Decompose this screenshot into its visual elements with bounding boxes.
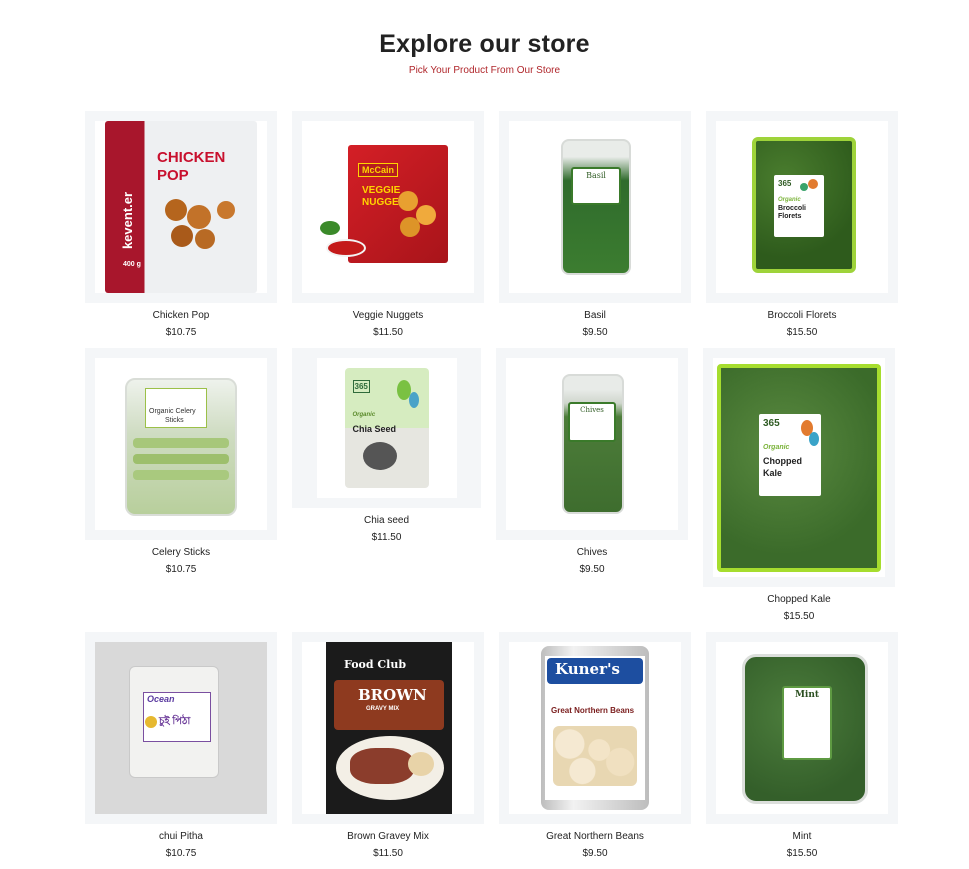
product-name[interactable]: Chicken Pop <box>85 310 277 321</box>
product-price: $9.50 <box>582 327 608 338</box>
product-card[interactable]: 365 Organic Chopped Kale Chopped Kale $1… <box>703 348 895 622</box>
product-image-frame[interactable]: Chives <box>496 348 688 540</box>
product-image-mint[interactable]: Mint <box>716 642 888 814</box>
pack-label: Great Northern Beans <box>551 706 635 715</box>
pack-label: Mint <box>794 690 820 700</box>
product-price: $15.50 <box>786 848 818 859</box>
pack-brand: Food Club <box>344 658 407 671</box>
product-image-frame[interactable]: Kuner's Great Northern Beans <box>499 632 691 824</box>
pack-label: Kale <box>763 468 783 478</box>
product-image-chia[interactable]: 365 Organic Chia Seed <box>316 358 457 498</box>
product-image-frame[interactable]: Basil <box>499 111 691 303</box>
pack-label: Organic <box>763 444 790 451</box>
pack-label: Organic <box>778 197 801 203</box>
product-grid: CHICKEN POP kevent.er 400 g Chicken Pop … <box>85 111 898 859</box>
product-image-chui-pitha[interactable]: Ocean চুই পিঠা <box>95 642 267 814</box>
product-price: $10.75 <box>165 327 197 338</box>
product-image-chives[interactable]: Chives <box>506 358 678 530</box>
product-price: $15.50 <box>786 327 818 338</box>
page-title: Explore our store <box>379 30 590 58</box>
product-image-frame[interactable]: 365 Organic Chia Seed <box>292 348 481 508</box>
product-price: $9.50 <box>582 848 608 859</box>
product-image-frame[interactable]: Organic Celery Sticks <box>85 348 277 540</box>
product-name[interactable]: Brown Gravey Mix <box>292 831 484 842</box>
product-image-frame[interactable]: Food Club BROWN GRAVY MIX <box>292 632 484 824</box>
pack-label: Chopped <box>763 456 802 466</box>
product-image-frame[interactable]: 365 Organic Chopped Kale <box>703 348 895 587</box>
product-image-frame[interactable]: 365 Organic Broccoli Florets <box>706 111 898 303</box>
pack-label: VEGGIE <box>362 185 401 196</box>
pack-label: Organic <box>352 412 376 418</box>
product-price: $10.75 <box>165 564 197 575</box>
product-image-broccoli[interactable]: 365 Organic Broccoli Florets <box>716 121 888 293</box>
pack-badge: Basil <box>571 167 621 205</box>
pack-label: চুই পিঠা <box>159 716 191 727</box>
pack-label: Basil <box>586 171 606 180</box>
product-row: CHICKEN POP kevent.er 400 g Chicken Pop … <box>85 111 898 338</box>
product-name[interactable]: Veggie Nuggets <box>292 310 484 321</box>
pack-label: Broccoli <box>778 205 807 212</box>
product-card[interactable]: Basil Basil $9.50 <box>499 111 691 338</box>
product-image-beans[interactable]: Kuner's Great Northern Beans <box>509 642 681 814</box>
product-price: $11.50 <box>371 532 402 543</box>
product-price: $15.50 <box>783 611 815 622</box>
product-name[interactable]: Basil <box>499 310 691 321</box>
pack-weight: 400 g <box>123 261 141 268</box>
product-image-gravy[interactable]: Food Club BROWN GRAVY MIX <box>302 642 474 814</box>
product-image-veggie-nuggets[interactable]: McCain VEGGIE NUGGETS <box>302 121 474 293</box>
product-row: Ocean চুই পিঠা chui Pitha $10.75 Food Cl… <box>85 632 898 859</box>
product-image-basil[interactable]: Basil <box>509 121 681 293</box>
pack-brand: 365 <box>763 418 780 429</box>
pack-label: BROWN <box>358 686 427 704</box>
store-header: Explore our store Pick Your Product From… <box>0 30 969 76</box>
product-row: Organic Celery Sticks Celery Sticks $10.… <box>85 348 895 622</box>
product-card[interactable]: Ocean চুই পিঠা chui Pitha $10.75 <box>85 632 277 859</box>
product-image-frame[interactable]: Ocean চুই পিঠা <box>85 632 277 824</box>
product-name[interactable]: Broccoli Florets <box>706 310 898 321</box>
pack-brand: Kuner's <box>555 660 621 678</box>
product-card[interactable]: Mint Mint $15.50 <box>706 632 898 859</box>
pack-label: GRAVY MIX <box>366 706 400 712</box>
product-image-frame[interactable]: Mint <box>706 632 898 824</box>
product-card[interactable]: 365 Organic Chia Seed Chia seed $11.50 <box>292 348 481 543</box>
pack-label: Chia Seed <box>352 424 397 434</box>
product-card[interactable]: Kuner's Great Northern Beans Great North… <box>499 632 691 859</box>
product-name[interactable]: Chia seed <box>292 515 481 526</box>
product-name[interactable]: Mint <box>706 831 898 842</box>
pack-brand: Ocean <box>147 694 175 704</box>
product-card[interactable]: McCain VEGGIE NUGGETS Veggie Nuggets $11… <box>292 111 484 338</box>
product-card[interactable]: Chives Chives $9.50 <box>496 348 688 575</box>
pack-brand: 365 <box>352 380 370 393</box>
pack-badge: Mint <box>782 686 832 760</box>
product-image-kale[interactable]: 365 Organic Chopped Kale <box>713 358 885 577</box>
pack-label: Organic Celery <box>149 408 196 415</box>
product-price: $9.50 <box>579 564 605 575</box>
product-price: $11.50 <box>373 848 403 859</box>
pack-badge: Chives <box>568 402 616 442</box>
product-card[interactable]: Food Club BROWN GRAVY MIX Brown Gravey M… <box>292 632 484 859</box>
product-image-chicken-pop[interactable]: CHICKEN POP kevent.er 400 g <box>95 121 267 293</box>
product-card[interactable]: CHICKEN POP kevent.er 400 g Chicken Pop … <box>85 111 277 338</box>
page-subtitle: Pick Your Product From Our Store <box>408 65 561 76</box>
pack-brand: 365 <box>778 179 792 188</box>
product-price: $10.75 <box>165 848 197 859</box>
product-card[interactable]: Organic Celery Sticks Celery Sticks $10.… <box>85 348 277 575</box>
product-name[interactable]: Chopped Kale <box>703 594 895 605</box>
pack-label: CHICKEN <box>157 149 226 166</box>
pack-label: Chives <box>580 406 604 414</box>
product-image-frame[interactable]: McCain VEGGIE NUGGETS <box>292 111 484 303</box>
product-name[interactable]: Great Northern Beans <box>499 831 691 842</box>
product-image-celery[interactable]: Organic Celery Sticks <box>95 358 267 530</box>
pack-label: Sticks <box>165 417 184 424</box>
product-name[interactable]: Chives <box>496 547 688 558</box>
pack-brand: kevent.er <box>120 191 136 250</box>
pack-label: POP <box>157 167 189 184</box>
product-price: $11.50 <box>373 327 403 338</box>
product-image-frame[interactable]: CHICKEN POP kevent.er 400 g <box>85 111 277 303</box>
pack-brand: McCain <box>358 163 399 177</box>
pack-label: Florets <box>778 213 802 220</box>
product-name[interactable]: Celery Sticks <box>85 547 277 558</box>
product-card[interactable]: 365 Organic Broccoli Florets Broccoli Fl… <box>706 111 898 338</box>
product-name[interactable]: chui Pitha <box>85 831 277 842</box>
